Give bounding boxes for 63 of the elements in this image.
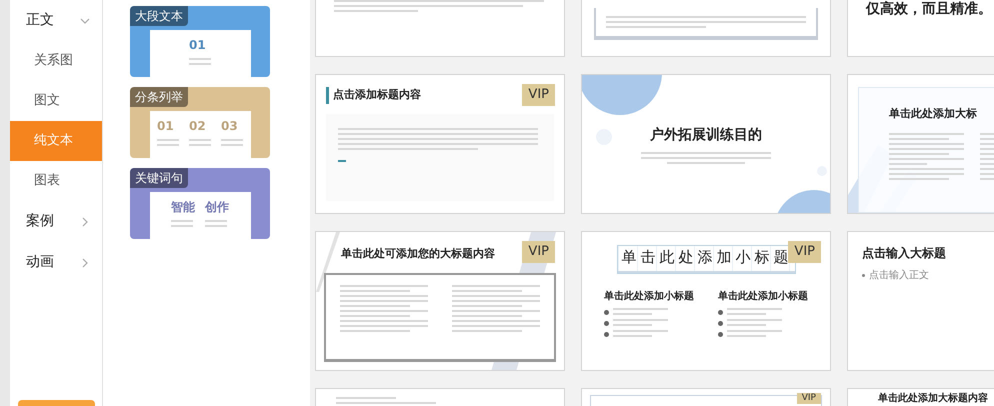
text-lines-drawing	[727, 308, 782, 314]
slide-title: 户外拓展训练目的	[650, 126, 762, 144]
chevron-down-icon	[80, 16, 90, 26]
text-lines-drawing	[613, 330, 668, 336]
sidebar-item[interactable]: 案例	[10, 201, 102, 242]
slide-title: 单击此处添加大标	[889, 106, 977, 122]
text-lines-drawing	[157, 139, 179, 146]
category-sample-text: 03	[221, 118, 239, 135]
category-label: 大段文本	[130, 6, 188, 26]
category-sample-text: 01	[189, 37, 207, 54]
bullet-icon	[604, 320, 609, 326]
slide-template[interactable]: 点击添加标题内容 VIP	[315, 74, 565, 214]
text-lines-drawing	[727, 318, 782, 326]
text-lines-drawing	[613, 308, 668, 314]
text-lines-drawing	[189, 139, 211, 146]
text-lines-drawing	[221, 139, 243, 146]
slide-template[interactable]: 户外拓展训练目的	[581, 74, 831, 214]
category-sample-text: 创作	[205, 199, 229, 216]
bullet-icon	[862, 274, 865, 277]
category-label: 关键词句	[130, 168, 188, 188]
slide-subtitle: 单击此处添加小标题	[604, 290, 694, 304]
vip-badge: VIP	[522, 84, 555, 106]
text-lines-drawing	[205, 220, 227, 227]
bullet-icon	[604, 332, 609, 336]
slide-title: 仅高效，而且精准。	[866, 0, 993, 19]
bullet-icon	[718, 332, 723, 336]
slide-template[interactable]: VIP	[581, 388, 831, 406]
sidebar-item[interactable]: 正文	[10, 0, 102, 41]
sidebar-subitem[interactable]: 图表	[10, 161, 102, 201]
slide-template[interactable]: 点击输入大标题 点击输入正文	[847, 231, 994, 371]
text-lines-drawing	[171, 220, 193, 227]
bullet-icon	[604, 310, 609, 314]
slide-template[interactable]: 仅高效，而且精准。	[847, 0, 994, 57]
accent-dash	[338, 160, 346, 162]
chevron-right-icon	[80, 216, 90, 226]
text-lines-drawing	[613, 318, 668, 326]
sidebar-subitem[interactable]: 关系图	[10, 41, 102, 81]
category-label: 分条列举	[130, 87, 188, 107]
vip-badge: VIP	[796, 393, 821, 404]
bullet-icon	[718, 320, 723, 326]
slide-body-text: 点击输入正文	[869, 268, 929, 283]
category-card[interactable]: 分条列举 01 02 03	[130, 87, 270, 158]
slide-title: 单击此处添加大标题内容	[878, 393, 989, 405]
slide-template[interactable]: 单击此处添加大标题内容	[847, 388, 994, 406]
bullet-icon	[718, 310, 723, 314]
slide-title: 点击输入大标题	[862, 245, 947, 262]
slide-title: 单击此处可添加您的大标题内容	[341, 246, 495, 262]
category-card[interactable]: 大段文本 01	[130, 6, 270, 77]
category-card[interactable]: 关键词句 智能 创作	[130, 168, 270, 239]
slide-subtitle: 单击此处添加小标题	[718, 290, 808, 304]
category-sample-text: 01	[157, 118, 175, 135]
slide-template[interactable]: 单击此处添加大标	[847, 74, 994, 214]
vip-badge: VIP	[788, 241, 821, 262]
vip-badge: VIP	[522, 241, 555, 262]
slide-template[interactable]: 单击此处可添加您的大标题内容 VIP	[315, 231, 565, 371]
category-sample-text: 02	[189, 118, 207, 135]
category-sample-text: 智能	[171, 199, 195, 216]
slide-title: 单击此处添加小标题	[618, 246, 794, 272]
sidebar-subitem[interactable]: 图文	[10, 81, 102, 121]
text-lines-drawing	[727, 330, 782, 336]
sidebar-item[interactable]: 动画	[10, 242, 102, 283]
text-lines-drawing	[189, 58, 211, 65]
chevron-right-icon	[80, 258, 90, 268]
